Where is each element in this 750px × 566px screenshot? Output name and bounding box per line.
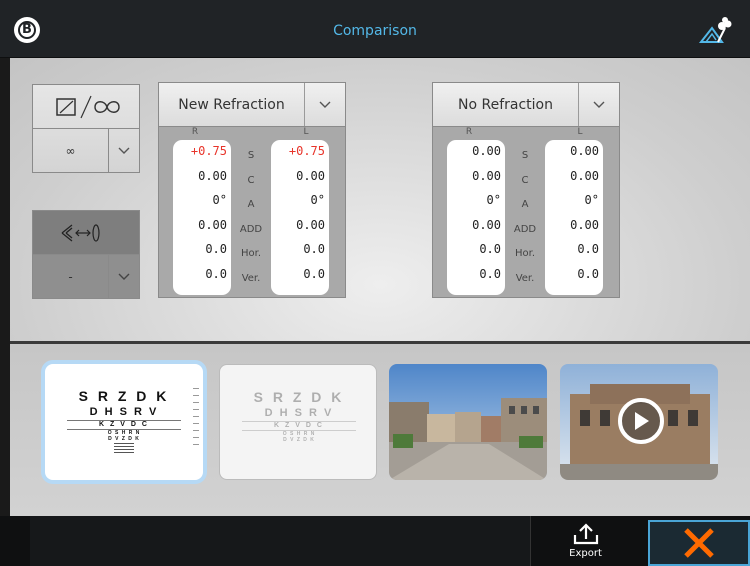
close-button[interactable] (648, 520, 750, 566)
param-label: Ver. (515, 272, 535, 284)
param-label: C (247, 174, 255, 186)
value-cell[interactable]: 0.00 (275, 169, 325, 194)
value-cell[interactable]: 0° (275, 193, 325, 218)
value-cell[interactable]: 0.00 (549, 144, 599, 169)
param-label: S (247, 150, 255, 161)
param-label: A (521, 199, 529, 210)
acuity-chart-thumbnail[interactable]: S R Z D K D H S R V K Z V D C O S H R N … (219, 364, 377, 480)
right-eye-values[interactable]: 0.00 0.00 0° 0.00 0.0 0.0 (447, 140, 505, 295)
param-label: S (521, 150, 529, 161)
export-label: Export (569, 548, 602, 559)
value-cell[interactable]: 0.0 (549, 267, 599, 292)
upload-icon (573, 523, 598, 545)
param-label: C (521, 174, 529, 186)
value-cell[interactable]: 0.00 (549, 218, 599, 243)
refraction-panel-right: No Refraction R L 0.00 0.00 0° 0.00 0.0 … (432, 82, 620, 298)
value-cell[interactable]: 0.00 (451, 169, 501, 194)
param-label: Ver. (241, 272, 261, 284)
building-video-thumbnail[interactable] (560, 364, 718, 480)
column-l-label: L (303, 127, 309, 137)
export-button[interactable]: Export (530, 516, 640, 566)
refraction-name: No Refraction (433, 83, 579, 126)
param-label: Hor. (240, 248, 261, 259)
distance-value: ∞ (33, 129, 109, 172)
left-edge (0, 58, 10, 516)
param-label: ADD (513, 223, 537, 235)
value-cell[interactable]: +0.75 (177, 144, 227, 169)
value-cell[interactable]: 0.00 (177, 218, 227, 243)
chart-line: D H S R V (264, 407, 334, 419)
column-r-label: R (465, 127, 473, 137)
chart-line: K Z V D C (274, 422, 324, 429)
left-eye-values[interactable]: +0.75 0.00 0° 0.00 0.0 0.0 (271, 140, 329, 295)
right-eye-values[interactable]: +0.75 0.00 0° 0.00 0.0 0.0 (173, 140, 231, 295)
value-cell[interactable]: 0.0 (275, 242, 325, 267)
value-cell[interactable]: 0.00 (177, 169, 227, 194)
chevron-down-icon[interactable] (305, 83, 345, 126)
play-icon[interactable] (618, 398, 664, 444)
value-cell[interactable]: 0.0 (275, 267, 325, 292)
chevron-down-icon[interactable] (579, 83, 619, 126)
chart-line: K Z V D C (99, 421, 149, 428)
value-cell[interactable]: 0.00 (275, 218, 325, 243)
monitor-infinity-icon[interactable] (33, 85, 139, 129)
acuity-chart-thumbnail-selected[interactable]: S R Z D K D H S R V K Z V D C O S H R N … (45, 364, 203, 480)
param-label: Hor. (514, 248, 535, 259)
toolbar-spacer (30, 516, 530, 566)
value-cell[interactable]: 0.0 (549, 242, 599, 267)
acuity-chart: S R Z D K D H S R V K Z V D C O S H R N … (59, 388, 189, 455)
chart-line: D V Z D K (108, 436, 140, 442)
param-label: A (247, 199, 255, 210)
acuity-chart: S R Z D K D H S R V K Z V D C O S H R N … (234, 389, 364, 443)
value-cell[interactable]: 0.0 (451, 242, 501, 267)
chart-line: S R Z D K (78, 388, 170, 404)
chart-line: S R Z D K (253, 389, 345, 405)
chart-line: D H S R V (89, 406, 159, 418)
left-eye-values[interactable]: 0.00 0.00 0° 0.00 0.0 0.0 (545, 140, 603, 295)
value-cell[interactable]: +0.75 (275, 144, 325, 169)
value-cell[interactable]: 0° (177, 193, 227, 218)
column-r-label: R (191, 127, 199, 137)
chevron-down-icon[interactable] (109, 255, 139, 298)
eye-distance-value: - (33, 255, 109, 298)
value-cell[interactable]: 0.0 (177, 242, 227, 267)
page-title: Comparison (333, 23, 417, 39)
value-cell[interactable]: 0.0 (451, 267, 501, 292)
chevron-down-icon[interactable] (109, 129, 139, 172)
eye-distance-icon[interactable] (33, 211, 139, 255)
column-l-label: L (577, 127, 583, 137)
refraction-panel-left: New Refraction R L +0.75 0.00 0° 0.00 0.… (158, 82, 346, 298)
value-cell[interactable]: 0.00 (451, 218, 501, 243)
refraction-selector[interactable]: No Refraction (433, 83, 619, 127)
street-scene-thumbnail[interactable] (389, 364, 547, 480)
value-cell[interactable]: 0.00 (549, 169, 599, 194)
close-x-icon (684, 528, 714, 558)
chart-line: D V Z D K (283, 437, 315, 443)
title-bar: B Comparison (0, 0, 750, 58)
display-distance-selector[interactable]: ∞ (32, 84, 140, 173)
eye-distance-selector[interactable]: - (32, 210, 140, 299)
param-label: ADD (239, 223, 263, 235)
value-cell[interactable]: 0° (451, 193, 501, 218)
refraction-selector[interactable]: New Refraction (159, 83, 345, 127)
value-cell[interactable]: 0.0 (177, 267, 227, 292)
value-cell[interactable]: 0° (549, 193, 599, 218)
mountain-flower-icon[interactable] (698, 16, 734, 46)
value-cell[interactable]: 0.00 (451, 144, 501, 169)
refraction-name: New Refraction (159, 83, 305, 126)
